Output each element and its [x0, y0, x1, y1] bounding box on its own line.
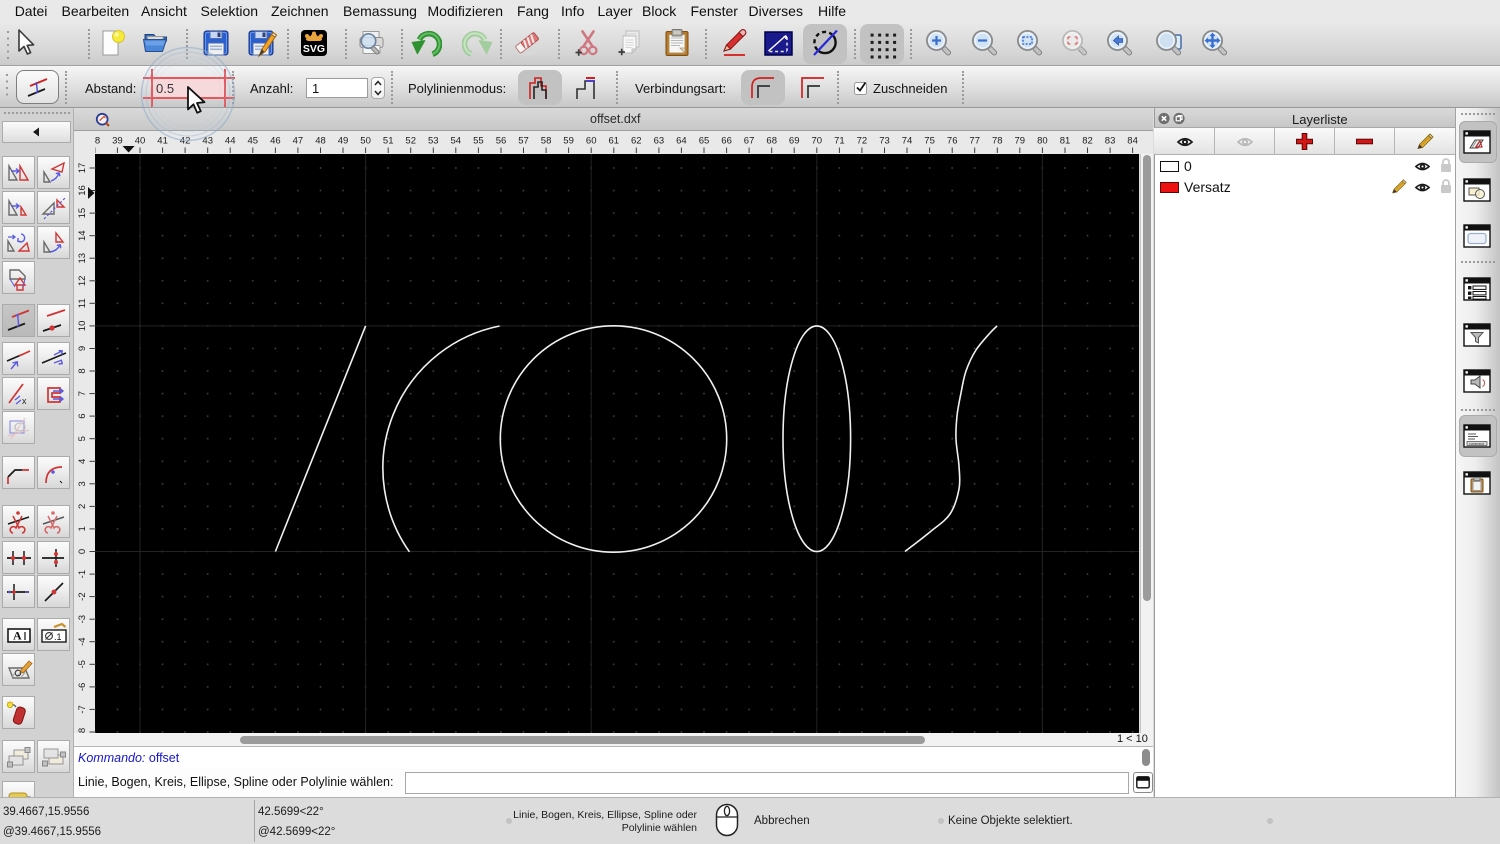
svg-text:83: 83	[1105, 136, 1116, 147]
svg-text:13: 13	[77, 253, 88, 264]
svg-text:-1: -1	[77, 570, 88, 578]
svg-text:72: 72	[857, 136, 868, 147]
svg-text:14: 14	[77, 230, 88, 241]
svg-text:61: 61	[609, 136, 620, 147]
svg-text:7: 7	[77, 391, 88, 396]
svg-text:-6: -6	[77, 683, 88, 691]
svg-text:69: 69	[789, 136, 800, 147]
svg-text:38: 38	[95, 136, 100, 147]
svg-text:45: 45	[248, 136, 259, 147]
svg-text:63: 63	[654, 136, 665, 147]
svg-text:10: 10	[77, 321, 88, 332]
svg-text:4: 4	[77, 459, 88, 464]
svg-text:SVG: SVG	[302, 43, 324, 55]
svg-text:17: 17	[77, 163, 88, 174]
svg-text:64: 64	[676, 136, 687, 147]
svg-text:47: 47	[293, 136, 304, 147]
svg-text:2: 2	[77, 504, 88, 509]
svg-text:65: 65	[699, 136, 710, 147]
svg-text:5: 5	[77, 436, 88, 441]
svg-text:59: 59	[563, 136, 574, 147]
svg-text:3: 3	[77, 481, 88, 486]
svg-text:58: 58	[541, 136, 552, 147]
svg-text:68: 68	[766, 136, 777, 147]
svg-text:57: 57	[518, 136, 529, 147]
svg-text:-5: -5	[77, 660, 88, 668]
svg-text:80: 80	[1037, 136, 1048, 147]
svg-text:15: 15	[77, 208, 88, 219]
svg-text:0: 0	[77, 549, 88, 554]
svg-text:70: 70	[812, 136, 823, 147]
svg-text:53: 53	[428, 136, 439, 147]
svg-text:11: 11	[77, 298, 88, 308]
svg-text:-3: -3	[77, 615, 88, 623]
svg-text:6: 6	[77, 413, 88, 418]
svg-text:39: 39	[112, 136, 123, 147]
svg-text:16: 16	[77, 185, 88, 196]
svg-text:62: 62	[631, 136, 642, 147]
svg-text:73: 73	[879, 136, 890, 147]
svg-text:54: 54	[451, 136, 462, 147]
svg-text:82: 82	[1082, 136, 1093, 147]
svg-text:12: 12	[77, 276, 88, 287]
svg-text:51: 51	[383, 136, 394, 147]
svg-text:1: 1	[77, 526, 88, 531]
svg-text:49: 49	[338, 136, 349, 147]
svg-text:50: 50	[360, 136, 371, 147]
svg-text:A: A	[13, 629, 22, 643]
svg-text:56: 56	[496, 136, 507, 147]
svg-text:75: 75	[924, 136, 935, 147]
svg-text:55: 55	[473, 136, 484, 147]
svg-text:-2: -2	[77, 592, 88, 600]
svg-text:66: 66	[721, 136, 732, 147]
svg-text:48: 48	[315, 136, 326, 147]
svg-text:76: 76	[947, 136, 958, 147]
svg-text:77: 77	[969, 136, 980, 147]
svg-text:x: x	[22, 396, 27, 406]
svg-text:84: 84	[1127, 136, 1138, 147]
svg-text:78: 78	[992, 136, 1003, 147]
svg-text:9: 9	[77, 346, 88, 351]
svg-text:71: 71	[834, 136, 845, 147]
svg-text:52: 52	[405, 136, 416, 147]
svg-text:46: 46	[270, 136, 281, 147]
svg-text:60: 60	[586, 136, 597, 147]
svg-text:74: 74	[902, 136, 913, 147]
svg-text:-4: -4	[77, 637, 88, 645]
svg-text:67: 67	[744, 136, 755, 147]
svg-text:.1: .1	[54, 632, 62, 642]
svg-text:-7: -7	[77, 705, 88, 713]
svg-text:8: 8	[77, 368, 88, 373]
svg-text:command: command	[1469, 442, 1484, 446]
svg-text:81: 81	[1060, 136, 1071, 147]
svg-text:79: 79	[1015, 136, 1026, 147]
